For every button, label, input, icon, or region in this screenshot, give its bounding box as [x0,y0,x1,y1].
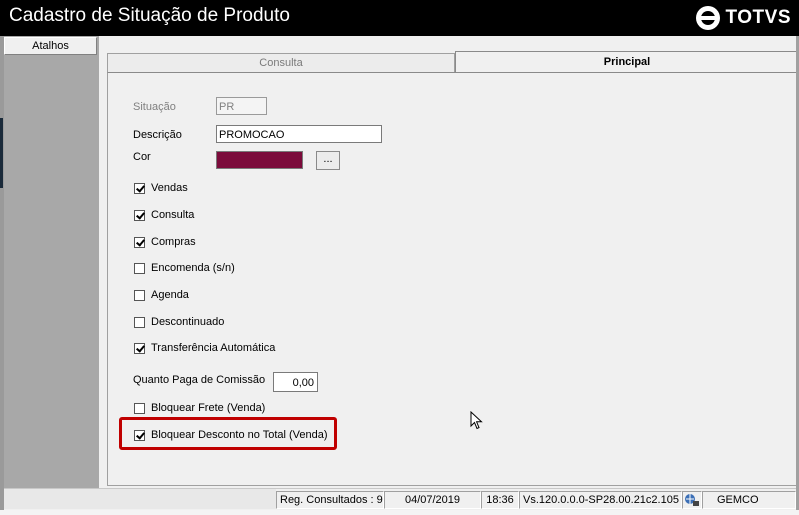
checkbox-box[interactable] [134,182,145,194]
checkbox-box[interactable] [134,402,145,414]
checkbox-vendas[interactable]: Vendas [134,182,188,194]
checkbox-label: Vendas [151,182,188,194]
window-title: Cadastro de Situação de Produto [9,5,290,26]
descricao-field[interactable]: PROMOCAO [216,125,382,143]
checkbox-encomenda[interactable]: Encomenda (s/n) [134,262,235,274]
totvs-logo: TOTVS [695,5,792,31]
status-network-icon [682,491,702,509]
totvs-logo-icon [695,6,720,30]
checkbox-bloquear-frete[interactable]: Bloquear Frete (Venda) [134,402,265,414]
status-system: GEMCO [702,491,796,509]
checkbox-box[interactable] [134,209,145,221]
checkbox-box[interactable] [134,342,145,354]
checkbox-label: Consulta [151,209,195,221]
mouse-cursor-icon [470,411,483,430]
descricao-label: Descrição [133,129,182,141]
comissao-label: Quanto Paga de Comissão [133,374,266,386]
checkbox-box[interactable] [134,429,145,441]
title-bar: Cadastro de Situação de Produto TOTVS [0,0,799,36]
checkbox-label: Transferência Automática [151,342,276,354]
status-reg-consultados: Reg. Consultados : 9 [276,491,384,509]
checkbox-compras[interactable]: Compras [134,236,196,248]
checkbox-box[interactable] [134,316,145,328]
atalhos-button[interactable]: Atalhos [4,37,97,55]
checkbox-label: Descontinuado [151,316,225,328]
cor-swatch[interactable] [216,151,303,169]
sidebar: Atalhos [4,36,99,488]
status-time: 18:36 [481,491,519,509]
situacao-field[interactable]: PR [216,97,267,115]
checkbox-agenda[interactable]: Agenda [134,289,189,301]
status-bar: Reg. Consultados : 9 04/07/2019 18:36 Vs… [4,488,796,511]
status-bar-blank [4,489,276,509]
checkbox-label: Agenda [151,289,189,301]
checkbox-box[interactable] [134,262,145,274]
checkbox-label: Bloquear Frete (Venda) [151,402,266,414]
frame-marker [0,118,3,188]
brand-name: TOTVS [725,7,791,28]
tab-consulta[interactable]: Consulta [107,53,455,72]
situacao-label: Situação [133,101,176,113]
checkbox-box[interactable] [134,289,145,301]
tab-strip: Consulta Principal [107,51,799,73]
status-version: Vs.120.0.0.0-SP28.00.21c2.105 [519,491,682,509]
cor-picker-button[interactable]: ... [316,151,340,170]
checkbox-box[interactable] [134,236,145,248]
checkbox-descontinuado[interactable]: Descontinuado [134,316,224,328]
comissao-field[interactable]: 0,00 [273,372,318,392]
cor-label: Cor [133,151,151,163]
background-window-strip [0,510,799,515]
checkbox-bloquear-desconto[interactable]: Bloquear Desconto no Total (Venda) [134,429,328,441]
checkbox-label: Bloquear Desconto no Total (Venda) [151,429,328,441]
checkbox-transferencia-automatica[interactable]: Transferência Automática [134,342,275,354]
checkbox-label: Encomenda (s/n) [151,262,235,274]
checkbox-consulta[interactable]: Consulta [134,209,194,221]
tab-principal[interactable]: Principal [455,51,799,72]
checkbox-label: Compras [151,236,196,248]
status-date: 04/07/2019 [384,491,481,509]
